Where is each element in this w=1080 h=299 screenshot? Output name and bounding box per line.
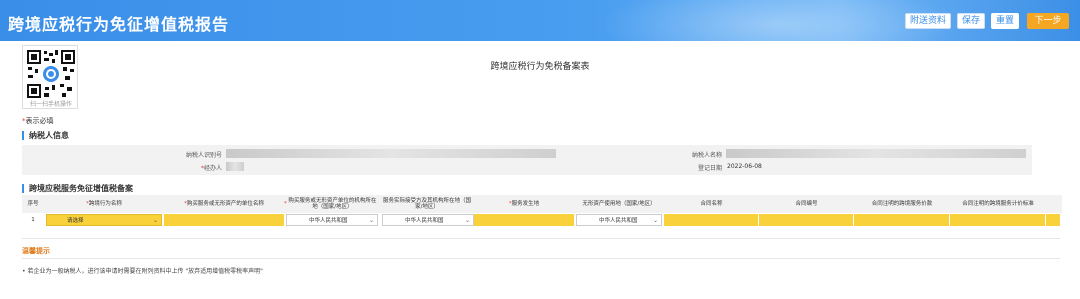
service-section-title: 跨境应税服务免征增值税备案 bbox=[22, 184, 133, 193]
chevron-down-icon: ⌄ bbox=[464, 217, 470, 224]
form-title: 跨境应税行为免税备案表 bbox=[490, 62, 590, 72]
table-row: 1 请选择 ⌄ 中华人民共和国 ⌄ 中华人民共和国 ⌄ 中华人民共和国 ⌄ bbox=[22, 214, 1062, 226]
col-header-buyer-name: * 购买服务或无形资产的单位名称 bbox=[164, 195, 284, 213]
handler-label-text: 经办人 bbox=[203, 165, 222, 172]
attachments-button[interactable]: 附送资料 bbox=[905, 13, 951, 29]
buyer-location-value: 中华人民共和国 bbox=[309, 218, 348, 224]
required-note: *表示必填 bbox=[22, 116, 54, 126]
taxpayer-name-label: 纳税人名称 bbox=[691, 152, 722, 159]
buyer-location-select[interactable]: 中华人民共和国 ⌄ bbox=[286, 214, 378, 226]
tax-id-label: 纳税人识别号 bbox=[185, 152, 222, 159]
col-header-contract-number: 合同编号 bbox=[759, 195, 854, 213]
service-place-input[interactable] bbox=[474, 214, 574, 226]
row-index: 1 bbox=[31, 217, 35, 223]
col-header-label: 合同编号 bbox=[795, 201, 818, 207]
contract-number-input[interactable] bbox=[759, 214, 853, 226]
col-header-buyer-location: * 购买服务或无形资产单位的机构所在地（国家/地区） bbox=[284, 195, 378, 213]
page-title: 跨境应税行为免征增值税报告 bbox=[8, 15, 230, 34]
overflow-input[interactable] bbox=[1046, 214, 1060, 226]
col-header-pricing-standard: 合同注明的跨境服务计价标准 bbox=[950, 195, 1046, 213]
col-header-label: 合同注明的跨境服务计价标准 bbox=[962, 201, 1034, 207]
col-header-label: 合同名称 bbox=[700, 201, 723, 207]
col-header-label: 服务发生地 bbox=[511, 201, 540, 207]
col-header-index: 序号 bbox=[22, 195, 44, 213]
handler-field[interactable] bbox=[226, 162, 244, 171]
divider bbox=[22, 258, 1060, 259]
taxpayer-section-title: 纳税人信息 bbox=[22, 131, 69, 140]
col-header-label: 服务实际接受方及其机构所在地（国家/地区） bbox=[382, 198, 471, 210]
col-header-label: 序号 bbox=[27, 201, 39, 207]
save-button[interactable]: 保存 bbox=[957, 13, 985, 29]
qr-code-icon bbox=[26, 49, 76, 99]
col-header-service-place: * 服务发生地 bbox=[474, 195, 574, 213]
reg-date-value: 2022-06-08 bbox=[727, 163, 762, 170]
chevron-down-icon: ⌄ bbox=[652, 217, 658, 224]
col-header-behavior: * 跨境行为名称 bbox=[44, 195, 164, 213]
tips-text: • 若企业为一般纳税人，进行该申请时需要在附列资料中上传 "放弃适用增值税零税率… bbox=[22, 268, 263, 275]
service-table-header: 序号 * 跨境行为名称 * 购买服务或无形资产的单位名称 * 购买服务或无形资产单位的… bbox=[22, 195, 1062, 213]
col-header-label: 无形资产使用地（国家/地区） bbox=[582, 201, 656, 207]
col-header-contract-amount: 合同注明的跨境服务价款 bbox=[854, 195, 950, 213]
reset-button[interactable]: 重置 bbox=[991, 13, 1019, 29]
tax-id-field bbox=[226, 149, 556, 158]
col-header-label: 购买服务或无形资产的单位名称 bbox=[186, 201, 264, 207]
chevron-down-icon: ⌄ bbox=[368, 217, 374, 224]
next-step-button[interactable]: 下一步 bbox=[1027, 13, 1069, 29]
contract-amount-input[interactable] bbox=[854, 214, 949, 226]
tips-title: 温馨提示 bbox=[22, 247, 50, 255]
qr-caption: 扫一扫手机操作 bbox=[29, 101, 72, 108]
col-header-label: 合同注明的跨境服务价款 bbox=[871, 201, 933, 207]
pricing-standard-input[interactable] bbox=[950, 214, 1045, 226]
taxpayer-info-panel: 纳税人识别号 纳税人名称 *经办人 登记日期 2022-06-08 bbox=[22, 145, 1032, 175]
reg-date-label: 登记日期 bbox=[697, 165, 722, 172]
behavior-select-value: 请选择 bbox=[67, 218, 84, 224]
col-header-label: 购买服务或无形资产单位的机构所在地（国家/地区） bbox=[288, 198, 377, 210]
col-header-label: 跨境行为名称 bbox=[88, 201, 122, 207]
col-header-receiver-location: 服务实际接受方及其机构所在地（国家/地区） bbox=[380, 195, 474, 213]
chevron-down-icon: ⌄ bbox=[152, 217, 158, 224]
taxpayer-name-field bbox=[726, 149, 1026, 158]
receiver-location-value: 中华人民共和国 bbox=[405, 218, 444, 224]
required-note-text: 表示必填 bbox=[25, 117, 54, 125]
asset-usage-place-value: 中华人民共和国 bbox=[599, 218, 638, 224]
buyer-name-input[interactable] bbox=[164, 214, 284, 226]
col-header-asset-usage-place: 无形资产使用地（国家/地区） bbox=[574, 195, 664, 213]
receiver-location-select[interactable]: 中华人民共和国 ⌄ bbox=[382, 214, 474, 226]
contract-name-input[interactable] bbox=[664, 214, 758, 226]
qr-code-panel: 扫一扫手机操作 bbox=[22, 45, 78, 109]
asset-usage-place-select[interactable]: 中华人民共和国 ⌄ bbox=[576, 214, 662, 226]
divider bbox=[22, 238, 1060, 239]
col-header-contract-name: 合同名称 bbox=[664, 195, 759, 213]
handler-label: *经办人 bbox=[152, 163, 222, 172]
behavior-select[interactable]: 请选择 ⌄ bbox=[46, 214, 162, 226]
